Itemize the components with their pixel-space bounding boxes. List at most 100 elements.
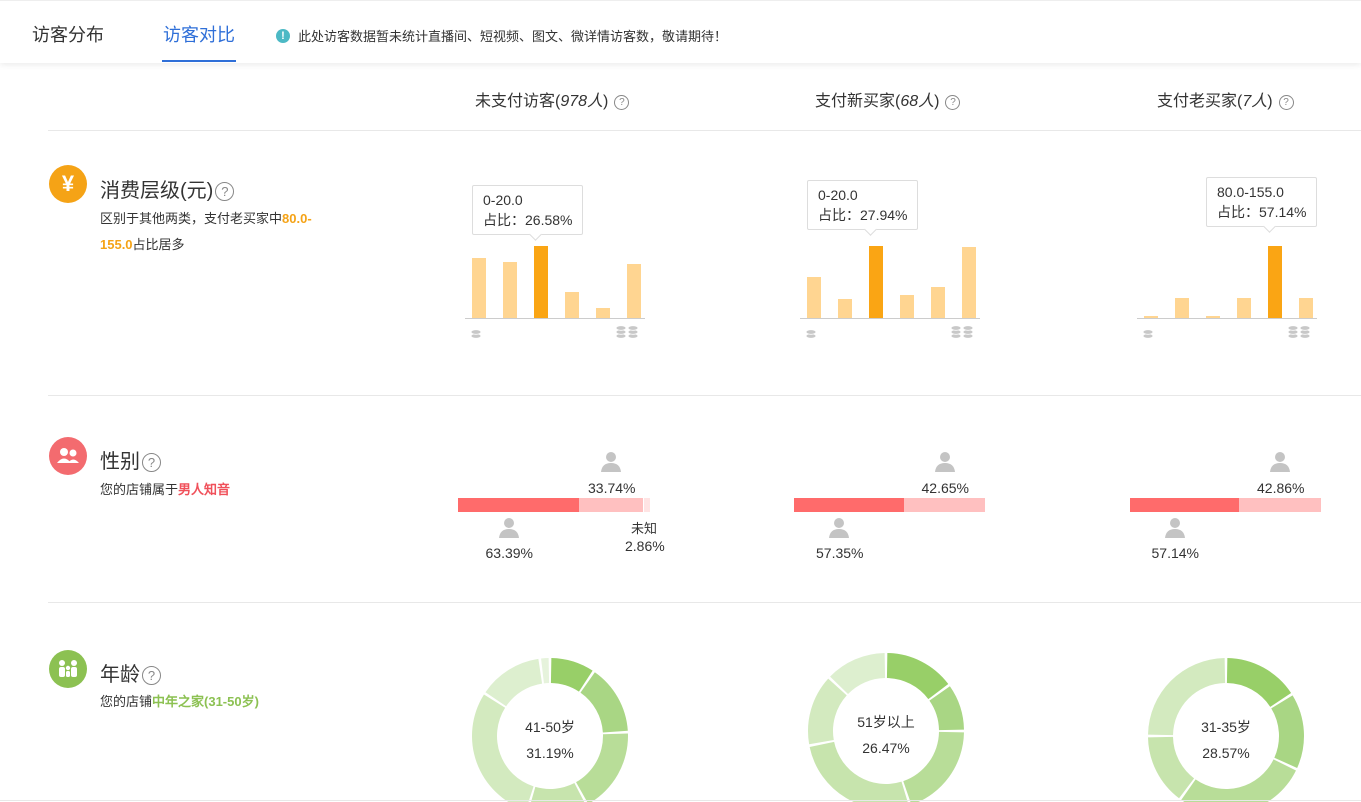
section-desc-spending: 区别于其他两类，支付老买家中80.0-155.0占比居多: [100, 206, 340, 258]
male-bar[interactable]: [458, 498, 579, 512]
male-bar[interactable]: [794, 498, 904, 512]
divider: [48, 602, 1361, 603]
notice-banner: ! 此处访客数据暂未统计直播间、短视频、图文、微详情访客数，敬请期待！: [276, 26, 727, 45]
desc-text: 区别于其他两类，支付老买家中: [100, 211, 283, 226]
age-percent: 31.19%: [526, 745, 574, 761]
column-count: 978人: [560, 93, 604, 110]
help-icon[interactable]: ?: [945, 95, 961, 110]
age-percent: 28.57%: [1202, 745, 1250, 761]
column-count: 68人: [900, 93, 935, 110]
age-segment[interactable]: [1271, 695, 1304, 768]
column-count: 7人: [1242, 93, 1268, 110]
age-segment[interactable]: [541, 658, 550, 684]
male-percent: 57.14%: [1151, 545, 1199, 561]
male-percent: 63.39%: [485, 545, 533, 561]
tooltip-range: 0-20.0: [483, 192, 523, 208]
female-person-icon: [601, 452, 621, 472]
help-icon[interactable]: ?: [142, 666, 161, 685]
spending-bar[interactable]: [565, 292, 579, 318]
spending-chart-old-buyers: 80.0-155.0 占比：57.14%: [1137, 172, 1318, 350]
tooltip-ratio: 占比：27.94%: [818, 207, 908, 223]
chart-baseline: [800, 318, 980, 319]
tooltip-range: 80.0-155.0: [1217, 184, 1284, 200]
spending-bar[interactable]: [627, 264, 641, 318]
help-icon[interactable]: ?: [614, 95, 630, 110]
female-bar[interactable]: [579, 498, 643, 512]
female-person-icon: [1270, 452, 1290, 472]
spending-bar[interactable]: [534, 246, 548, 318]
unknown-bar[interactable]: [643, 498, 650, 512]
male-percent: 57.35%: [816, 545, 864, 561]
family-icon: [49, 650, 87, 688]
desc-text: 您的店铺: [100, 694, 153, 709]
tab-visitor-distribution[interactable]: 访客分布: [32, 21, 104, 47]
section-title-text: 年龄: [100, 664, 140, 686]
unknown-label: 未知: [631, 521, 658, 536]
coin-high-icon: [1287, 325, 1311, 339]
age-segment[interactable]: [485, 658, 543, 707]
chart-tooltip: 0-20.0 占比：26.58%: [472, 185, 584, 235]
spending-bar[interactable]: [869, 246, 883, 318]
chart-baseline: [1137, 318, 1317, 319]
section-title-gender: 性别?: [100, 445, 161, 474]
desc-text: 占比居多: [132, 237, 185, 252]
unknown-percent: 2.86%: [625, 538, 665, 554]
help-icon[interactable]: ?: [142, 453, 161, 472]
coin-low-icon: [1142, 329, 1154, 339]
spending-bar[interactable]: [472, 258, 486, 318]
family-icon-glyph: [59, 660, 77, 677]
tooltip-ratio: 占比：26.58%: [483, 212, 573, 228]
column-header-old-buyers: 支付老买家(7人)?: [1157, 87, 1294, 111]
age-chart-new-buyers: 51岁以上 26.47%: [806, 651, 966, 802]
coin-high-icon: [950, 325, 974, 339]
male-person-icon: [498, 518, 519, 538]
info-icon: !: [276, 28, 290, 43]
help-icon[interactable]: ?: [215, 182, 235, 201]
female-bar[interactable]: [904, 498, 985, 512]
spending-bar[interactable]: [1268, 246, 1282, 318]
column-name: 支付老买家: [1157, 93, 1238, 110]
spending-bar[interactable]: [838, 298, 852, 318]
tooltip-ratio: 占比：57.14%: [1217, 204, 1307, 220]
tab-visitor-compare[interactable]: 访客对比: [163, 21, 235, 47]
yen-icon: ¥: [49, 165, 87, 203]
age-range: 31-35岁: [1201, 719, 1251, 735]
gender-chart-unpaid: 33.74% 63.39% 未知 2.86%: [458, 448, 665, 568]
column-name: 未支付访客: [475, 93, 556, 110]
spending-bar[interactable]: [1237, 298, 1251, 318]
female-person-icon: [934, 452, 955, 472]
divider: [48, 395, 1361, 396]
spending-bar[interactable]: [503, 261, 517, 318]
gender-chart-old-buyers: 42.86% 57.14%: [1130, 448, 1330, 568]
people-icon: [49, 437, 87, 475]
people-icon-glyph: [57, 448, 79, 463]
male-person-icon: [829, 518, 849, 538]
active-tab-indicator: [162, 60, 236, 62]
divider: [48, 130, 1361, 131]
spending-bar[interactable]: [931, 287, 945, 318]
spending-bar[interactable]: [1175, 298, 1189, 318]
donut-center-label: 41-50岁 31.19%: [500, 714, 600, 766]
column-header-unpaid: 未支付访客(978人)?: [475, 87, 630, 111]
spending-bar[interactable]: [807, 276, 821, 318]
tooltip-range: 0-20.0: [818, 187, 858, 203]
age-segment[interactable]: [886, 653, 949, 700]
help-icon[interactable]: ?: [1278, 95, 1294, 110]
top-bar: 访客分布 访客对比 ! 此处访客数据暂未统计直播间、短视频、图文、微详情访客数，…: [0, 0, 1361, 63]
coin-low-icon: [470, 329, 482, 339]
column-name: 支付新买家: [815, 93, 896, 110]
donut-center-label: 51岁以上 26.47%: [836, 709, 936, 761]
section-title-text: 消费层级(元): [100, 180, 214, 202]
spending-chart-new-buyers: 0-20.0 占比：27.94%: [800, 175, 980, 350]
spending-bar[interactable]: [1299, 298, 1313, 318]
female-percent: 33.74%: [588, 480, 636, 496]
age-segment[interactable]: [1226, 658, 1292, 707]
section-desc-gender: 您的店铺属于男人知音: [100, 477, 230, 503]
chart-tooltip: 80.0-155.0 占比：57.14%: [1206, 177, 1318, 227]
spending-bar[interactable]: [900, 294, 914, 318]
section-desc-age: 您的店铺中年之家(31-50岁): [100, 689, 259, 715]
male-bar[interactable]: [1130, 498, 1239, 512]
female-bar[interactable]: [1239, 498, 1321, 512]
spending-bar[interactable]: [596, 307, 610, 318]
spending-bar[interactable]: [962, 247, 976, 318]
